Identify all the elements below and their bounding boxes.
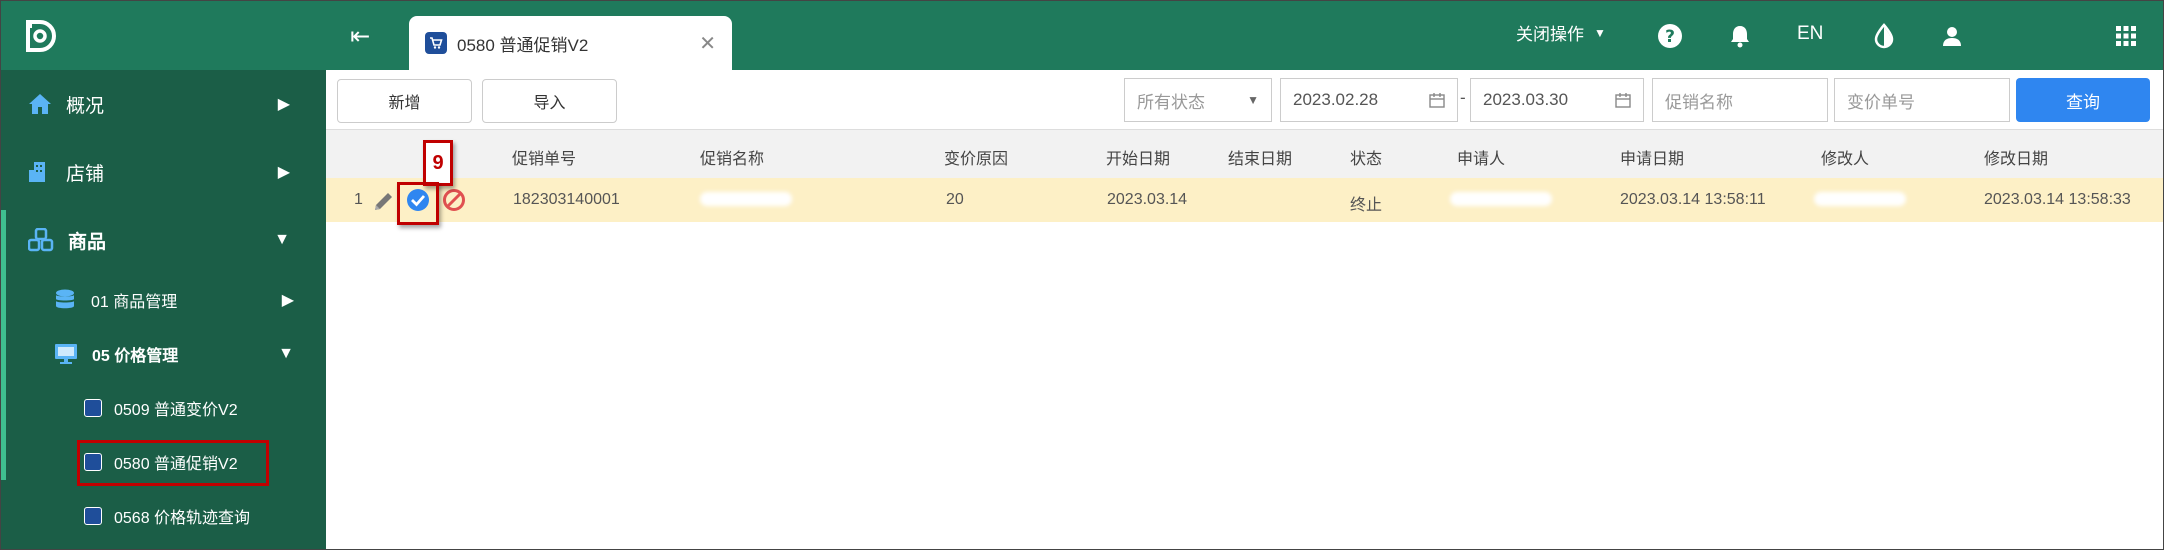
column-header: 变价原因 [944, 151, 1009, 168]
modify-date-cell: 2023.03.14 13:58:33 [1984, 191, 2131, 208]
column-header: 促销单号 [512, 151, 577, 168]
edit-pencil-icon[interactable] [372, 189, 396, 213]
sidebar-item-label: 0509 普通变价V2 [114, 402, 238, 419]
bell-icon[interactable] [1726, 22, 1754, 50]
close-icon[interactable]: ✕ [699, 31, 716, 56]
apps-grid-icon[interactable] [2112, 22, 2140, 50]
date-range-separator: - [1460, 88, 1466, 107]
step-callout: 9 [423, 140, 453, 186]
sidebar-item-store[interactable]: 店铺 ▶ [0, 152, 326, 192]
caret-down-icon: ▼ [1247, 93, 1259, 107]
date-to-input[interactable]: 2023.03.30 [1470, 78, 1644, 122]
sidebar-item-goods[interactable]: 商品 ▼ [0, 220, 326, 260]
chevron-right-icon: ▶ [281, 292, 294, 309]
query-button[interactable]: 查询 [2016, 78, 2150, 122]
calendar-icon [1615, 93, 1631, 108]
promo-name-input[interactable]: 促销名称 [1652, 78, 1828, 122]
chevron-right-icon: ▶ [277, 164, 290, 181]
sidebar-item-label: 0568 价格轨迹查询 [114, 510, 251, 527]
tab-label: 0580 普通促销V2 [457, 35, 589, 55]
redacted-applicant [1450, 192, 1552, 206]
change-no-placeholder: 变价单号 [1847, 92, 1915, 112]
calendar-icon [1429, 93, 1445, 108]
column-header: 结束日期 [1228, 151, 1293, 168]
date-to-value: 2023.03.30 [1483, 90, 1569, 109]
column-header: 修改人 [1821, 151, 1870, 168]
column-header: 申请日期 [1620, 151, 1685, 168]
caret-down-icon: ▼ [1594, 25, 1606, 40]
app-logo-icon [26, 20, 56, 52]
status-select[interactable]: 所有状态 ▼ [1124, 78, 1272, 122]
change-no-input[interactable]: 变价单号 [1834, 78, 2010, 122]
building-icon [29, 162, 45, 182]
promo-no-cell: 182303140001 [513, 191, 620, 208]
top-bar: ⇤ 0580 普通促销V2 ✕ 关闭操作 ▼ ? EN [0, 0, 2164, 70]
sidebar-item-label: 概况 [66, 95, 105, 117]
collapse-sidebar-icon[interactable]: ⇤ [345, 22, 375, 52]
help-icon[interactable]: ? [1656, 22, 1684, 50]
tab-0580[interactable]: 0580 普通促销V2 ✕ [409, 16, 732, 70]
column-header: 状态 [1350, 151, 1383, 168]
cart-icon [425, 32, 447, 54]
sidebar-item-0568[interactable]: 0568 价格轨迹查询 [0, 498, 326, 534]
start-date-cell: 2023.03.14 [1107, 191, 1188, 208]
svg-text:?: ? [1665, 27, 1675, 47]
sidebar-item-label: 05 价格管理 [92, 348, 179, 365]
column-header: 开始日期 [1106, 151, 1171, 168]
cancel-prohibit-icon[interactable] [442, 188, 466, 212]
theme-drop-icon[interactable] [1870, 22, 1898, 50]
monitor-icon [55, 344, 77, 364]
status-cell: 终止 [1350, 197, 1383, 214]
sidebar-item-0509[interactable]: 0509 普通变价V2 [0, 390, 326, 426]
sidebar-item-overview[interactable]: 概况 ▶ [0, 84, 326, 124]
database-icon [56, 289, 74, 309]
user-icon[interactable] [1938, 22, 1966, 50]
cart-icon [84, 399, 102, 417]
import-button[interactable]: 导入 [482, 79, 617, 123]
apply-date-cell: 2023.03.14 13:58:11 [1620, 191, 1766, 208]
redacted-promo-name [700, 192, 792, 206]
home-icon [29, 94, 51, 114]
language-label: EN [1797, 23, 1824, 44]
date-from-value: 2023.02.28 [1293, 90, 1379, 109]
column-header: 修改日期 [1984, 151, 2049, 168]
chevron-down-icon: ▼ [278, 345, 294, 362]
table-row[interactable]: 1 182303140001 20 2023.03.14 终止 2023.03.… [326, 178, 2164, 222]
chevron-right-icon: ▶ [277, 96, 290, 113]
column-header: 促销名称 [700, 151, 765, 168]
promo-name-placeholder: 促销名称 [1665, 92, 1733, 112]
cart-icon [84, 507, 102, 525]
language-switch[interactable]: EN [1797, 23, 1823, 45]
step-highlight-box [397, 182, 439, 225]
chevron-down-icon: ▼ [274, 231, 290, 248]
column-header: 申请人 [1457, 151, 1506, 168]
add-button[interactable]: 新增 [337, 79, 472, 123]
sidebar-item-label: 商品 [68, 231, 107, 253]
sidebar-item-price-management[interactable]: 05 价格管理 ▼ [0, 336, 326, 372]
sidebar-item-label: 01 商品管理 [91, 294, 178, 311]
date-from-input[interactable]: 2023.02.28 [1280, 78, 1458, 122]
sidebar-item-goods-management[interactable]: 01 商品管理 ▶ [0, 282, 326, 318]
status-select-value: 所有状态 [1137, 92, 1205, 112]
row-index: 1 [354, 191, 363, 208]
table-header: 促销单号 促销名称 变价原因 开始日期 结束日期 状态 申请人 申请日期 修改人… [326, 130, 2164, 178]
sidebar-highlight-box [77, 440, 269, 486]
cubes-icon [28, 228, 54, 252]
redacted-modifier [1814, 192, 1906, 206]
sidebar-item-label: 店铺 [66, 163, 105, 185]
close-operations-menu[interactable]: 关闭操作 ▼ [1516, 20, 1606, 45]
reason-cell: 20 [946, 191, 964, 208]
close-operations-label: 关闭操作 [1516, 25, 1584, 44]
